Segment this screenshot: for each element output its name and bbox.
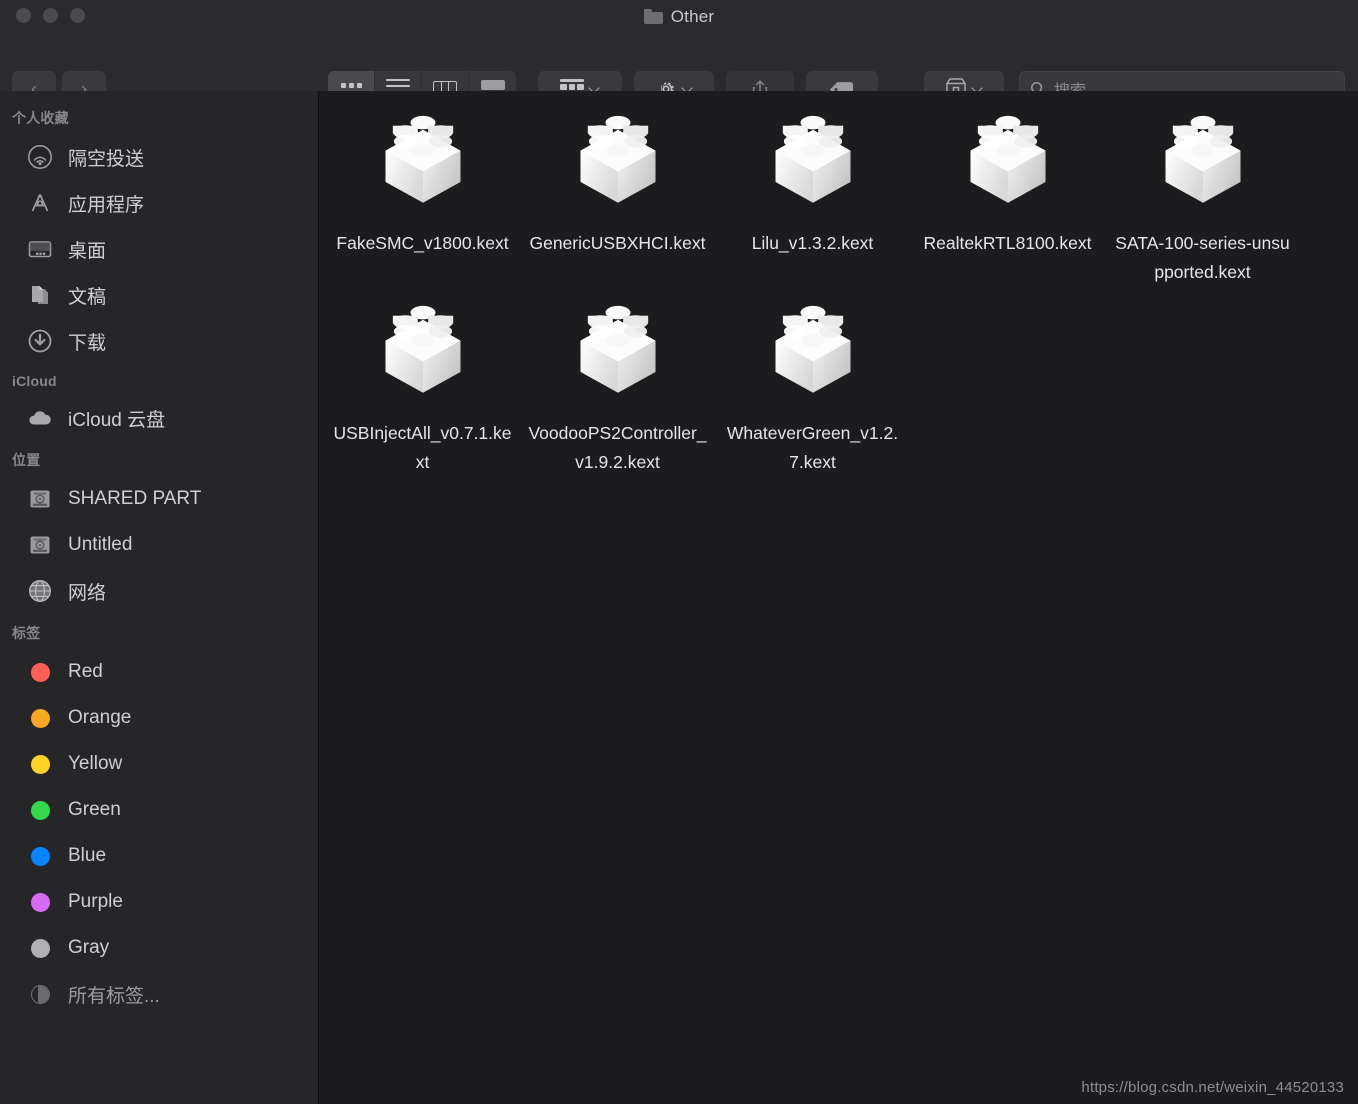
sidebar-tag-red[interactable]: Red (0, 649, 318, 695)
sidebar-all-tags[interactable]: 所有标签... (0, 971, 318, 1017)
watermark-text: https://blog.csdn.net/weixin_44520133 (1081, 1079, 1344, 1096)
downloads-icon (26, 327, 54, 355)
file-item[interactable]: GenericUSBXHCI.kext (520, 97, 715, 287)
airdrop-icon (26, 143, 54, 171)
sidebar-section-favorites-header: 个人收藏 (12, 110, 69, 126)
file-item[interactable]: VoodooPS2Controller_v1.9.2.kext (520, 287, 715, 477)
sidebar-item-label: SHARED PART (68, 488, 202, 509)
file-name: VoodooPS2Controller_v1.9.2.kext (528, 423, 707, 472)
file-item[interactable]: FakeSMC_v1800.kext (325, 97, 520, 287)
sidebar-item-downloads[interactable]: 下载 (0, 318, 318, 364)
file-browser-area[interactable]: FakeSMC_v1800.kext GenericUSBXHCI.kext L… (319, 91, 1358, 1104)
sidebar-item-label: 隔空投送 (68, 148, 145, 170)
file-name: FakeSMC_v1800.kext (336, 233, 509, 253)
file-item[interactable]: USBInjectAll_v0.7.1.kext (325, 287, 520, 477)
file-item[interactable]: WhateverGreen_v1.2.7.kext (715, 287, 910, 477)
kext-brick-icon (970, 115, 1045, 203)
sidebar-item-airdrop[interactable]: 隔空投送 (0, 134, 318, 180)
title-bar: Other (0, 0, 1358, 33)
sidebar-item-network[interactable]: 网络 (0, 568, 318, 614)
kext-brick-icon (385, 305, 460, 393)
sidebar-item-label: 网络 (68, 582, 107, 604)
sidebar-section-tags-header: 标签 (12, 625, 41, 641)
file-item[interactable]: Lilu_v1.3.2.kext (715, 97, 910, 287)
sidebar[interactable]: 个人收藏 隔空投送 应用程序 桌面 文稿 下载 iCloud iCloud 云盘… (0, 91, 318, 1104)
file-name: SATA-100-series-unsupported.kext (1115, 233, 1290, 282)
file-item[interactable]: SATA-100-series-unsupported.kext (1105, 97, 1300, 287)
tag-dot-icon (26, 750, 54, 778)
sidebar-item-documents[interactable]: 文稿 (0, 272, 318, 318)
sidebar-item-label: Blue (68, 845, 107, 866)
tag-dot-icon (26, 658, 54, 686)
all-tags-icon (26, 980, 54, 1008)
sidebar-item-label: Orange (68, 707, 132, 728)
applications-icon (26, 189, 54, 217)
window-title: Other (670, 6, 715, 26)
cloud-icon (26, 404, 54, 432)
sidebar-tag-orange[interactable]: Orange (0, 695, 318, 741)
tag-dot-icon (26, 704, 54, 732)
sidebar-item-desktop[interactable]: 桌面 (0, 226, 318, 272)
file-name: USBInjectAll_v0.7.1.kext (333, 423, 512, 472)
tag-dot-icon (26, 796, 54, 824)
sidebar-item-label: Purple (68, 891, 123, 912)
sidebar-section-locations-header: 位置 (12, 452, 41, 468)
kext-brick-icon (580, 305, 655, 393)
sidebar-tag-green[interactable]: Green (0, 787, 318, 833)
harddisk-icon (26, 531, 54, 559)
sidebar-item-label: Gray (68, 937, 110, 958)
sidebar-item-label: Red (68, 661, 103, 682)
file-item[interactable]: RealtekRTL8100.kext (910, 97, 1105, 287)
folder-icon (643, 9, 663, 24)
sidebar-item-applications[interactable]: 应用程序 (0, 180, 318, 226)
sidebar-item-icloud-drive[interactable]: iCloud 云盘 (0, 395, 318, 441)
kext-brick-icon (580, 115, 655, 203)
file-name: RealtekRTL8100.kext (923, 233, 1092, 253)
kext-brick-icon (775, 305, 850, 393)
sidebar-item-shared-part[interactable]: SHARED PART (0, 476, 318, 522)
sidebar-tag-blue[interactable]: Blue (0, 833, 318, 879)
file-name: WhateverGreen_v1.2.7.kext (726, 423, 899, 472)
documents-icon (26, 281, 54, 309)
toolbar: ‹ › (0, 33, 1358, 107)
icon-grid: FakeSMC_v1800.kext GenericUSBXHCI.kext L… (325, 97, 1345, 477)
kext-brick-icon (1165, 115, 1240, 203)
kext-brick-icon (775, 115, 850, 203)
sidebar-tag-gray[interactable]: Gray (0, 925, 318, 971)
finder-window: Other ‹ › 个人收藏 隔空投送 应用程序 桌面 文稿 下载 iCloud… (0, 0, 1358, 1104)
sidebar-item-untitled[interactable]: Untitled (0, 522, 318, 568)
sidebar-item-label: 应用程序 (68, 194, 145, 216)
tag-dot-icon (26, 934, 54, 962)
desktop-icon (26, 235, 54, 263)
tag-dot-icon (26, 842, 54, 870)
sidebar-tag-purple[interactable]: Purple (0, 879, 318, 925)
sidebar-item-label: Green (68, 799, 121, 820)
sidebar-section-icloud-header: iCloud (12, 373, 57, 389)
tag-dot-icon (26, 888, 54, 916)
sidebar-item-label: iCloud 云盘 (68, 409, 166, 431)
harddisk-icon (26, 485, 54, 513)
sidebar-item-label: Untitled (68, 534, 133, 555)
sidebar-item-label: 所有标签... (68, 985, 160, 1007)
network-globe-icon (26, 577, 54, 605)
sidebar-item-label: 下载 (68, 332, 107, 354)
window-title-group: Other (0, 0, 1358, 33)
sidebar-tag-yellow[interactable]: Yellow (0, 741, 318, 787)
file-name: GenericUSBXHCI.kext (529, 233, 706, 253)
sidebar-item-label: 桌面 (68, 240, 107, 262)
sidebar-item-label: Yellow (68, 753, 123, 774)
file-name: Lilu_v1.3.2.kext (751, 233, 874, 253)
sidebar-item-label: 文稿 (68, 286, 107, 308)
kext-brick-icon (385, 115, 460, 203)
